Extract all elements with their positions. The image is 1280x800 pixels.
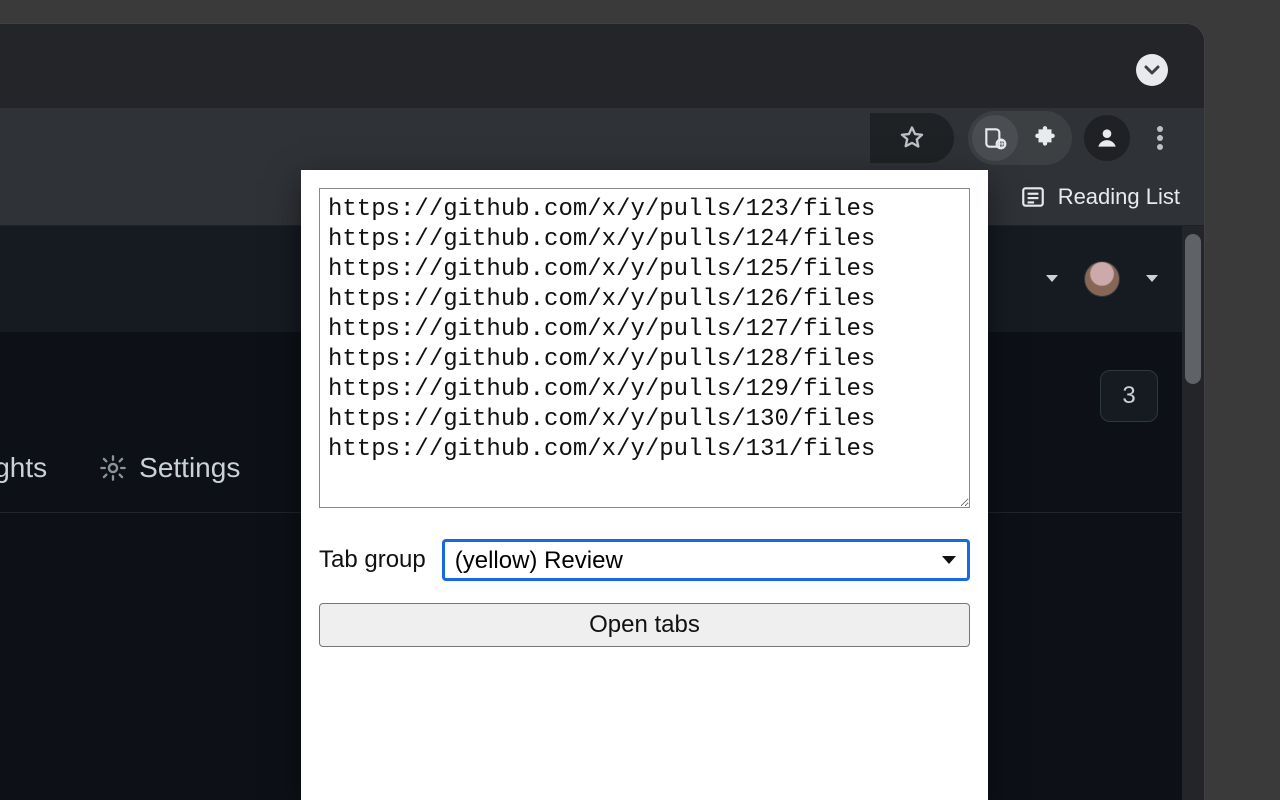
- active-extension-button[interactable]: [972, 115, 1018, 161]
- urls-textarea[interactable]: [319, 188, 970, 508]
- star-icon[interactable]: [898, 124, 926, 152]
- overflow-menu-button[interactable]: [1138, 116, 1182, 160]
- extension-cluster: [968, 111, 1072, 165]
- tab-group-label: Tab group: [319, 546, 426, 574]
- book-globe-icon: [982, 125, 1008, 151]
- tab-search-button[interactable]: [1136, 54, 1168, 86]
- tab-settings[interactable]: Settings: [99, 452, 240, 484]
- puzzle-icon: [1032, 125, 1058, 151]
- person-icon: [1094, 125, 1120, 151]
- scrollbar-thumb[interactable]: [1185, 234, 1201, 384]
- tab-strip: [0, 24, 1204, 108]
- badge-value: 3: [1122, 382, 1135, 410]
- tab-insights[interactable]: ights: [0, 452, 47, 484]
- extensions-button[interactable]: [1022, 115, 1068, 161]
- reading-list-button[interactable]: Reading List: [1020, 168, 1180, 225]
- reading-list-icon: [1020, 184, 1046, 210]
- extension-popup: Tab group (yellow) Review Open tabs: [301, 170, 988, 800]
- user-avatar[interactable]: [1084, 261, 1120, 297]
- count-badge[interactable]: 3: [1100, 370, 1158, 422]
- caret-down-icon[interactable]: [1144, 273, 1160, 285]
- kebab-icon: [1156, 125, 1164, 151]
- address-bar-end: [870, 113, 954, 163]
- caret-down-icon[interactable]: [1044, 273, 1060, 285]
- reading-list-label: Reading List: [1058, 184, 1180, 210]
- tab-label: Settings: [139, 452, 240, 484]
- tab-label: ights: [0, 452, 47, 484]
- scrollbar[interactable]: [1182, 226, 1204, 800]
- caret-down-icon: [1144, 62, 1160, 78]
- tab-group-select[interactable]: (yellow) Review: [442, 539, 970, 581]
- toolbar: [0, 108, 1204, 168]
- open-tabs-button[interactable]: Open tabs: [319, 603, 970, 647]
- gear-icon: [99, 454, 127, 482]
- profile-button[interactable]: [1084, 115, 1130, 161]
